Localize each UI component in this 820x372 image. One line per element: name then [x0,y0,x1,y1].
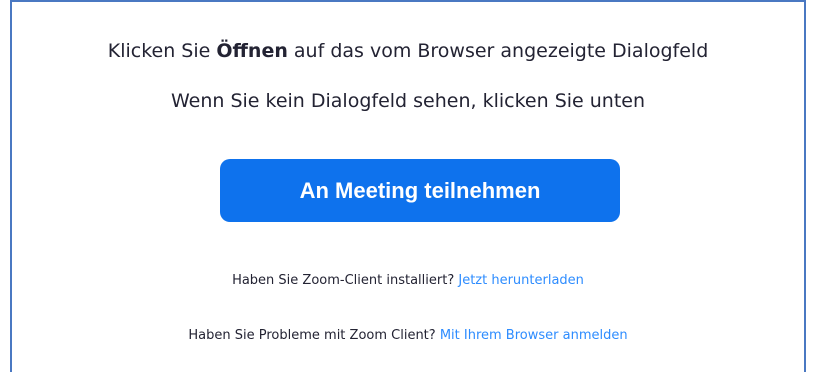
browser-hint-text: Haben Sie Probleme mit Zoom Client? [188,328,436,343]
instruction-open-keyword: Öffnen [216,40,288,62]
browser-join-hint: Haben Sie Probleme mit Zoom Client? Mit … [12,327,804,345]
download-hint: Haben Sie Zoom-Client installiert? Jetzt… [12,272,804,290]
window-frame-right [804,0,806,372]
no-dialog-instruction: Wenn Sie kein Dialogfeld sehen, klicken … [170,90,646,112]
join-from-browser-link[interactable]: Mit Ihrem Browser anmelden [440,328,628,343]
open-dialog-instruction: Klicken Sie Öffnen auf das vom Browser a… [12,38,804,64]
launch-meeting-panel: Klicken Sie Öffnen auf das vom Browser a… [12,2,804,372]
download-hint-text: Haben Sie Zoom-Client installiert? [232,273,455,288]
instruction-prefix: Klicken Sie [107,40,211,62]
download-now-link[interactable]: Jetzt herunterladen [458,273,584,288]
join-meeting-button[interactable]: An Meeting teilnehmen [220,159,620,222]
instruction-suffix: auf das vom Browser angezeigte Dialogfel… [293,40,709,62]
